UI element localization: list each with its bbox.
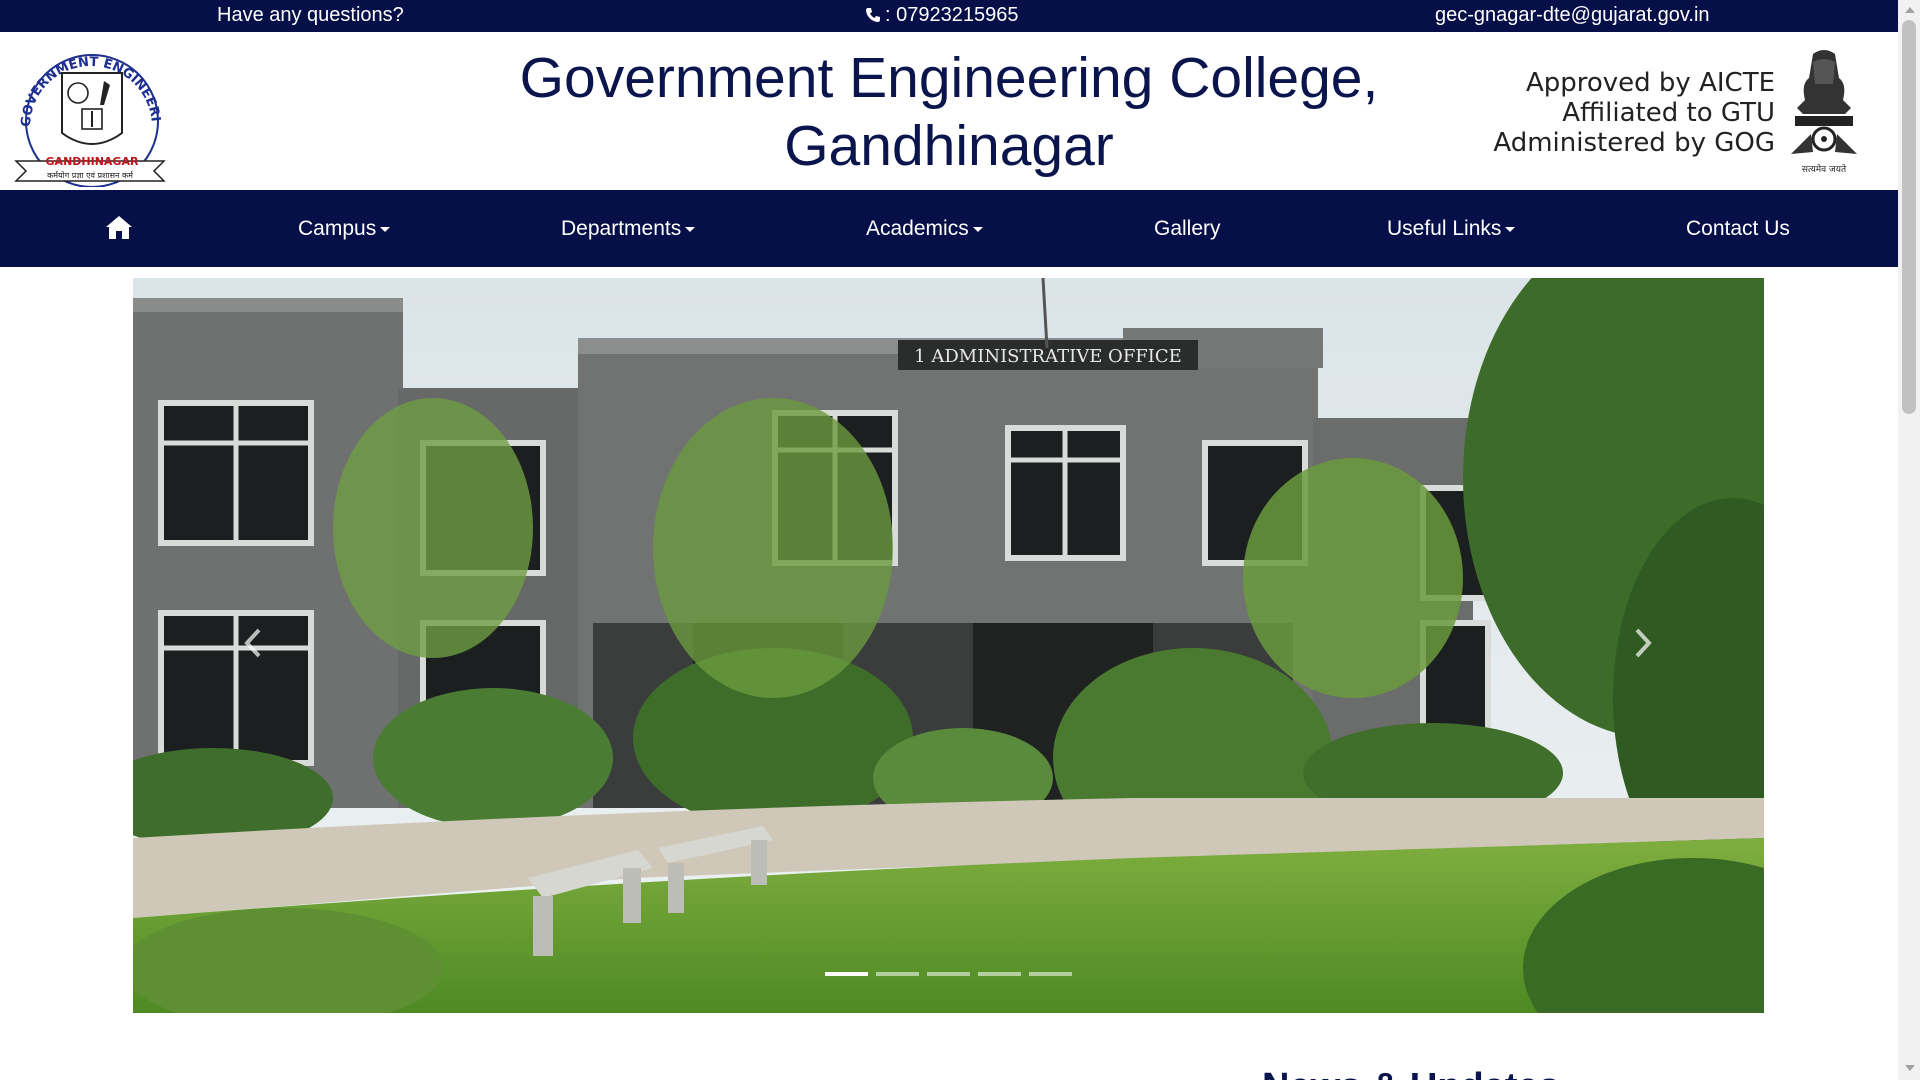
nav-home[interactable]: [105, 214, 133, 242]
nav-useful-links[interactable]: Useful Links: [1387, 190, 1516, 267]
logo-banner-text: GANDHINAGAR: [46, 155, 139, 168]
top-info-bar: Have any questions? : 07923215965 gec-gn…: [0, 0, 1898, 32]
carousel-indicators: [825, 972, 1072, 978]
college-title-line1: Government Engineering College,: [519, 46, 1379, 110]
carousel-indicator[interactable]: [1029, 972, 1072, 976]
nav-departments-label: Departments: [561, 217, 682, 240]
caret-down-icon: [685, 226, 696, 232]
college-title-line2: Gandhinagar: [784, 114, 1114, 178]
carousel-indicator[interactable]: [825, 972, 868, 976]
chevron-left-icon: [244, 628, 261, 658]
page-scrollbar[interactable]: [1898, 0, 1920, 1080]
national-emblem: सत्यमेव जयते: [1791, 50, 1857, 175]
approvals-block: Approved by AICTE Affiliated to GTU Admi…: [1460, 68, 1775, 158]
college-title: Government Engineering College, Gandhina…: [449, 44, 1449, 180]
questions-text: Have any questions?: [217, 4, 404, 26]
caret-down-icon: [380, 226, 391, 232]
hero-carousel[interactable]: 1 ADMINISTRATIVE OFFICE: [133, 278, 1764, 1013]
chevron-right-icon: [1635, 628, 1652, 658]
news-heading: News & Updates: [1262, 1066, 1560, 1080]
approval-gog: Administered by GOG: [1493, 128, 1775, 158]
nav-campus-label: Campus: [298, 217, 377, 240]
scroll-thumb[interactable]: [1902, 20, 1916, 414]
email-link[interactable]: gec-gnagar-dte@gujarat.gov.in: [1435, 4, 1710, 27]
nav-gallery[interactable]: Gallery: [1154, 190, 1221, 267]
nav-academics-label: Academics: [866, 217, 969, 240]
carousel-indicator[interactable]: [978, 972, 1021, 976]
carousel-indicator[interactable]: [876, 972, 919, 976]
scroll-up-arrow-icon[interactable]: [1905, 7, 1915, 13]
caret-down-icon: [972, 226, 983, 232]
nav-campus[interactable]: Campus: [298, 190, 391, 267]
scroll-down-arrow-icon[interactable]: [1905, 1065, 1915, 1071]
carousel-prev-button[interactable]: [233, 618, 273, 668]
carousel-slide-image: 1 ADMINISTRATIVE OFFICE: [133, 278, 1764, 1013]
nav-departments[interactable]: Departments: [561, 190, 696, 267]
phone-icon: [866, 8, 880, 22]
building-sign-text: 1 ADMINISTRATIVE OFFICE: [914, 346, 1182, 367]
main-navbar: Campus Departments Academics Gallery Use…: [0, 190, 1898, 267]
nav-useful-links-label: Useful Links: [1387, 217, 1502, 240]
nav-gallery-label: Gallery: [1154, 217, 1221, 240]
logo-motto-text: कर्मयोग प्रज्ञा एवं प्रशासन कर्म: [47, 170, 134, 180]
site-header: GOVERNMENT ENGINEERING COLLEGE GANDHINAG…: [0, 32, 1898, 190]
college-logo[interactable]: GOVERNMENT ENGINEERING COLLEGE GANDHINAG…: [4, 35, 174, 187]
phone-number: : 07923215965: [885, 4, 1019, 26]
carousel-next-button[interactable]: [1623, 618, 1663, 668]
emblem-motto: सत्यमेव जयते: [1802, 163, 1847, 175]
home-icon: [106, 216, 132, 239]
nav-contact-us-label: Contact Us: [1686, 217, 1790, 240]
caret-down-icon: [1505, 226, 1516, 232]
phone-contact[interactable]: : 07923215965: [865, 4, 1018, 27]
carousel-indicator[interactable]: [927, 972, 970, 976]
nav-contact-us[interactable]: Contact Us: [1686, 190, 1790, 267]
nav-academics[interactable]: Academics: [866, 190, 983, 267]
approval-gtu: Affiliated to GTU: [1562, 98, 1775, 128]
approval-aicte: Approved by AICTE: [1525, 68, 1775, 98]
